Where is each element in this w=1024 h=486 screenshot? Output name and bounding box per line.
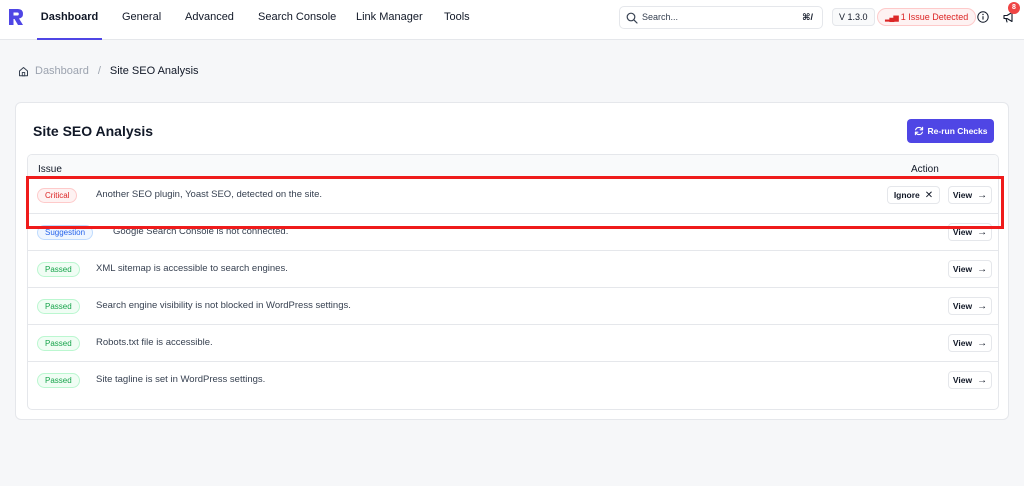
table-row: Critical Another SEO plugin, Yoast SEO, … bbox=[28, 177, 998, 214]
arrow-right-icon: → bbox=[977, 189, 988, 201]
issue-detected-badge[interactable]: ▂▄▆ 1 Issue Detected bbox=[877, 8, 977, 26]
arrow-right-icon: → bbox=[977, 337, 988, 349]
breadcrumb-separator: / bbox=[97, 65, 101, 77]
search-shortcut: ⌘/ bbox=[802, 12, 813, 22]
view-label: View bbox=[952, 190, 973, 200]
tab-advanced[interactable]: Advanced bbox=[185, 0, 234, 40]
breadcrumb-dashboard-link[interactable]: Dashboard bbox=[35, 65, 89, 77]
ignore-label: Ignore bbox=[893, 190, 920, 200]
rerun-checks-label: Re-run Checks bbox=[927, 126, 988, 136]
issue-text: Google Search Console is not connected. bbox=[113, 226, 289, 237]
issue-text: Another SEO plugin, Yoast SEO, detected … bbox=[96, 189, 323, 200]
view-label: View bbox=[952, 338, 973, 348]
breadcrumb: Dashboard / Site SEO Analysis bbox=[18, 64, 199, 78]
version-badge: V 1.3.0 bbox=[832, 8, 875, 26]
issue-text: XML sitemap is accessible to search engi… bbox=[96, 263, 288, 274]
status-badge: Passed bbox=[37, 336, 80, 351]
notification-count-badge: 8 bbox=[1008, 2, 1020, 14]
breadcrumb-current: Site SEO Analysis bbox=[109, 65, 199, 77]
table-header: Issue Action bbox=[28, 155, 998, 177]
refresh-icon bbox=[914, 126, 923, 136]
issue-detected-label: 1 Issue Detected bbox=[900, 12, 969, 22]
view-button[interactable]: View → bbox=[948, 371, 992, 389]
column-header-issue: Issue bbox=[38, 164, 62, 175]
tab-dashboard[interactable]: Dashboard bbox=[37, 0, 102, 40]
table-row: Suggestion Google Search Console is not … bbox=[28, 214, 998, 251]
arrow-right-icon: → bbox=[977, 263, 988, 275]
table-row: Passed Robots.txt file is accessible. Vi… bbox=[28, 325, 998, 362]
status-badge: Critical bbox=[37, 188, 78, 203]
table-row: Passed Search engine visibility is not b… bbox=[28, 288, 998, 325]
arrow-right-icon: → bbox=[977, 374, 988, 386]
view-label: View bbox=[952, 375, 973, 385]
status-badge: Suggestion bbox=[37, 225, 94, 240]
ignore-button[interactable]: Ignore ✕ bbox=[887, 186, 940, 204]
signal-icon: ▂▄▆ bbox=[885, 15, 899, 22]
issues-table: Issue Action Critical Another SEO plugin… bbox=[27, 154, 999, 410]
search-icon bbox=[626, 12, 638, 24]
page-title: Site SEO Analysis bbox=[33, 123, 154, 139]
search-placeholder: Search... bbox=[642, 12, 679, 22]
table-row: Passed Site tagline is set in WordPress … bbox=[28, 362, 998, 399]
home-icon[interactable] bbox=[18, 66, 29, 77]
close-icon: ✕ bbox=[924, 189, 934, 201]
tab-general[interactable]: General bbox=[122, 0, 161, 40]
status-badge: Passed bbox=[37, 373, 80, 388]
view-button[interactable]: View → bbox=[948, 297, 992, 315]
issue-text: Site tagline is set in WordPress setting… bbox=[96, 374, 266, 385]
status-badge: Passed bbox=[37, 262, 80, 277]
view-button[interactable]: View → bbox=[948, 334, 992, 352]
column-header-action: Action bbox=[911, 164, 939, 175]
view-button[interactable]: View → bbox=[948, 186, 992, 204]
tab-tools[interactable]: Tools bbox=[444, 0, 470, 40]
table-row: Passed XML sitemap is accessible to sear… bbox=[28, 251, 998, 288]
issue-text: Robots.txt file is accessible. bbox=[96, 337, 213, 348]
tab-search-console[interactable]: Search Console bbox=[258, 0, 336, 40]
search-input[interactable]: Search... ⌘/ bbox=[619, 6, 823, 29]
seo-analysis-card: Site SEO Analysis Re-run Checks Issue Ac… bbox=[15, 102, 1009, 420]
info-icon[interactable] bbox=[977, 11, 989, 23]
top-navigation: Dashboard General Advanced Search Consol… bbox=[0, 0, 1024, 40]
view-button[interactable]: View → bbox=[948, 260, 992, 278]
rerun-checks-button[interactable]: Re-run Checks bbox=[907, 119, 994, 143]
view-button[interactable]: View → bbox=[948, 223, 992, 241]
issue-text: Search engine visibility is not blocked … bbox=[96, 300, 351, 311]
view-label: View bbox=[952, 227, 973, 237]
view-label: View bbox=[952, 264, 973, 274]
arrow-right-icon: → bbox=[977, 300, 988, 312]
arrow-right-icon: → bbox=[977, 226, 988, 238]
logo-icon[interactable] bbox=[8, 8, 24, 26]
status-badge: Passed bbox=[37, 299, 80, 314]
view-label: View bbox=[952, 301, 973, 311]
tab-link-manager[interactable]: Link Manager bbox=[356, 0, 423, 40]
